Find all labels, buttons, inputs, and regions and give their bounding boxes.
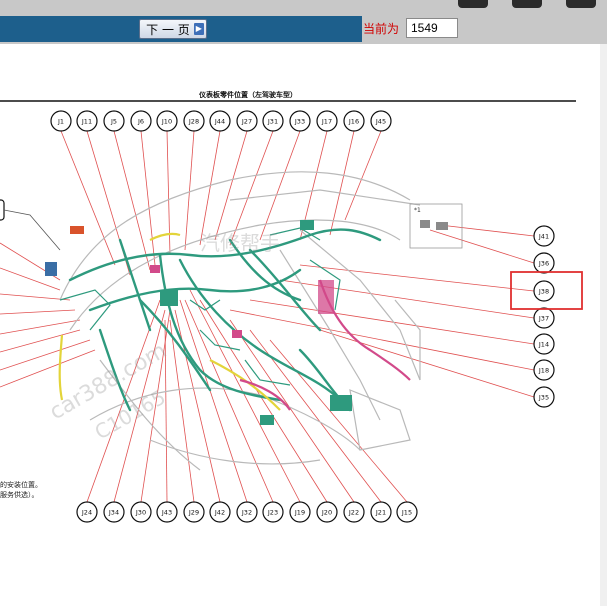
connector-label: J19: [294, 509, 305, 517]
leader-line: [229, 130, 274, 246]
leader-line: [169, 319, 195, 503]
connector-label: J22: [348, 509, 359, 517]
connector-label: J36: [538, 260, 549, 268]
connector-label: J41: [538, 233, 549, 241]
leader-line: [429, 229, 535, 264]
leader-line: [189, 289, 301, 503]
note-line: 的安装位置。: [0, 481, 42, 489]
leader-line: [299, 264, 535, 292]
inset-label: *1: [414, 207, 421, 214]
connector-label: J10: [161, 118, 172, 126]
leader-line: [0, 319, 81, 335]
connector-label: J24: [81, 509, 92, 517]
diagram-title: 仪表板零件位置（左驾驶车型）: [198, 90, 297, 99]
connector-label: J38: [538, 288, 549, 296]
connector-label: J11: [81, 118, 92, 126]
connector-label: J5: [110, 118, 117, 126]
callout-box: [0, 199, 5, 221]
watermark: 汽修帮手: [200, 231, 280, 255]
leader-line: [113, 130, 151, 271]
leader-line: [184, 299, 274, 503]
connector-label: J42: [214, 509, 225, 517]
leader-line: [439, 224, 535, 237]
leader-line: [0, 329, 81, 353]
connector-label: J30: [135, 509, 146, 517]
leader-line: [166, 130, 171, 256]
connector-label: J21: [375, 509, 386, 517]
connector-label: J34: [108, 509, 119, 517]
connector-label: J18: [538, 367, 549, 375]
leader-line: [329, 130, 355, 236]
connector-label: J28: [188, 118, 199, 126]
connector-label: J44: [214, 118, 225, 126]
connector-label: J15: [401, 509, 412, 517]
connector-label: J32: [241, 509, 252, 517]
connector-label: J17: [321, 118, 332, 126]
connector-label: J1: [57, 118, 64, 126]
connector-label: J33: [294, 118, 305, 126]
connector-label: J35: [538, 394, 549, 402]
leader-line: [0, 309, 76, 315]
connector-label: J20: [321, 509, 332, 517]
leader-line: [0, 339, 91, 371]
connector-label: J6: [137, 118, 144, 126]
connector-label: J29: [188, 509, 199, 517]
connector-label: J45: [375, 118, 386, 126]
connector-label: J31: [267, 118, 278, 126]
leader-line: [164, 319, 168, 503]
note-line: 服务供选）。: [0, 491, 39, 499]
callout-leader: [3, 209, 61, 251]
connector-label: J16: [348, 118, 359, 126]
connector-label: J27: [241, 118, 252, 126]
inset-detail: *1: [409, 203, 463, 249]
connector-labels: J1 J11 J5 J6 J10 J28 J44 J27 J31 J33 J17 J16 J45 J41 J…: [50, 110, 555, 523]
leader-line: [229, 309, 535, 371]
leader-line: [214, 130, 248, 241]
connector-label: J14: [538, 341, 549, 349]
connector-label: J23: [267, 509, 278, 517]
connector-label: J37: [538, 315, 549, 323]
leader-line: [0, 293, 71, 301]
leader-line: [269, 339, 408, 503]
connector-label: J43: [161, 509, 172, 517]
leader-line: [199, 299, 328, 503]
leader-line: [344, 130, 382, 221]
wiring-diagram: 仪表板零件位置（左驾驶车型） *1 J1 J11 J5 J6 J10 J28 J…: [0, 90, 583, 523]
leader-line: [0, 349, 96, 388]
